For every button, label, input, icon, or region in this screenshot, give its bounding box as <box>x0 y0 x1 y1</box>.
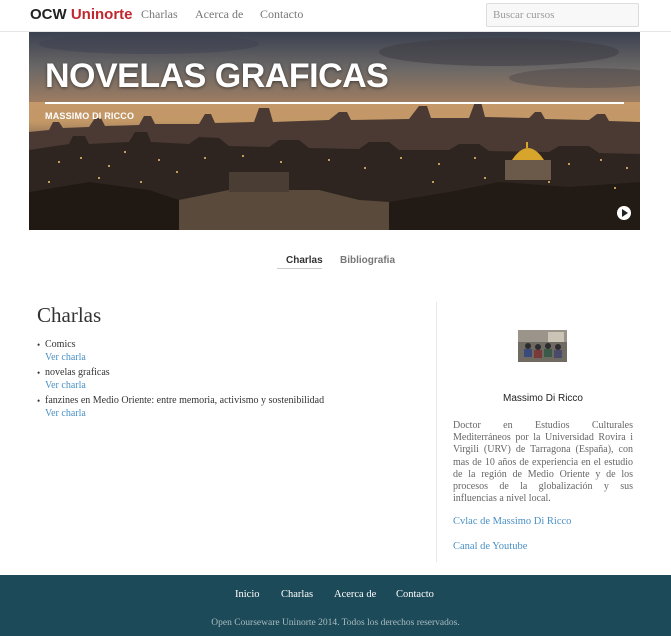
talk-title: Comics <box>45 339 76 350</box>
footer-link-acerca-de[interactable]: Acerca de <box>334 588 376 601</box>
tab-charlas[interactable]: Charlas <box>286 255 323 267</box>
play-icon[interactable] <box>617 206 631 220</box>
author-photo <box>518 330 567 362</box>
bullet-icon: • <box>37 340 41 350</box>
ver-charla-link[interactable]: Ver charla <box>45 379 427 392</box>
copyright-text: Open Courseware Uninorte 2014. Todos los… <box>211 618 460 628</box>
ver-charla-link[interactable]: Ver charla <box>45 407 427 420</box>
footer-link-charlas[interactable]: Charlas <box>281 588 313 601</box>
nav-link-charlas[interactable]: Charlas <box>141 7 178 21</box>
cvlac-link[interactable]: Cvlac de Massimo Di Ricco <box>453 515 571 528</box>
footer: Inicio Charlas Acerca de Contacto Open C… <box>0 575 671 636</box>
hero-banner: NOVELAS GRAFICAS MASSIMO DI RICCO <box>29 32 640 230</box>
bullet-icon: • <box>37 396 41 406</box>
talk-title: fanzines en Medio Oriente: entre memoria… <box>45 395 325 406</box>
hero-title: NOVELAS GRAFICAS <box>45 57 389 95</box>
hero-divider <box>45 102 624 104</box>
nav-link-acerca-de[interactable]: Acerca de <box>195 7 243 21</box>
talk-title: novelas graficas <box>45 367 110 378</box>
brand-logo[interactable]: OCW Uninorte <box>30 5 133 25</box>
author-bio: Doctor en Estudios Culturales Mediterrán… <box>453 420 633 505</box>
column-divider <box>436 302 437 562</box>
tab-active-indicator <box>277 268 322 269</box>
bullet-icon: • <box>37 368 41 378</box>
list-item: • Comics Ver charla <box>37 338 427 366</box>
tab-bibliografia[interactable]: Bibliografia <box>340 255 395 267</box>
ver-charla-link[interactable]: Ver charla <box>45 351 427 364</box>
author-name: Massimo Di Ricco <box>502 393 583 404</box>
footer-link-contacto[interactable]: Contacto <box>396 588 434 601</box>
brand-name: Uninorte <box>70 6 133 23</box>
section-heading: Charlas <box>37 303 102 327</box>
talk-list: • Comics Ver charla • novelas graficas V… <box>37 338 427 422</box>
youtube-channel-link[interactable]: Canal de Youtube <box>453 540 527 553</box>
navbar: OCW Uninorte Charlas Acerca de Contacto <box>0 0 671 32</box>
search-input[interactable] <box>486 3 639 27</box>
nav-link-contacto[interactable]: Contacto <box>260 7 303 21</box>
list-item: • novelas graficas Ver charla <box>37 366 427 394</box>
list-item: • fanzines en Medio Oriente: entre memor… <box>37 394 427 422</box>
hero-subtitle: MASSIMO DI RICCO <box>45 111 135 121</box>
footer-link-inicio[interactable]: Inicio <box>235 588 260 601</box>
brand-prefix: OCW <box>30 6 67 23</box>
